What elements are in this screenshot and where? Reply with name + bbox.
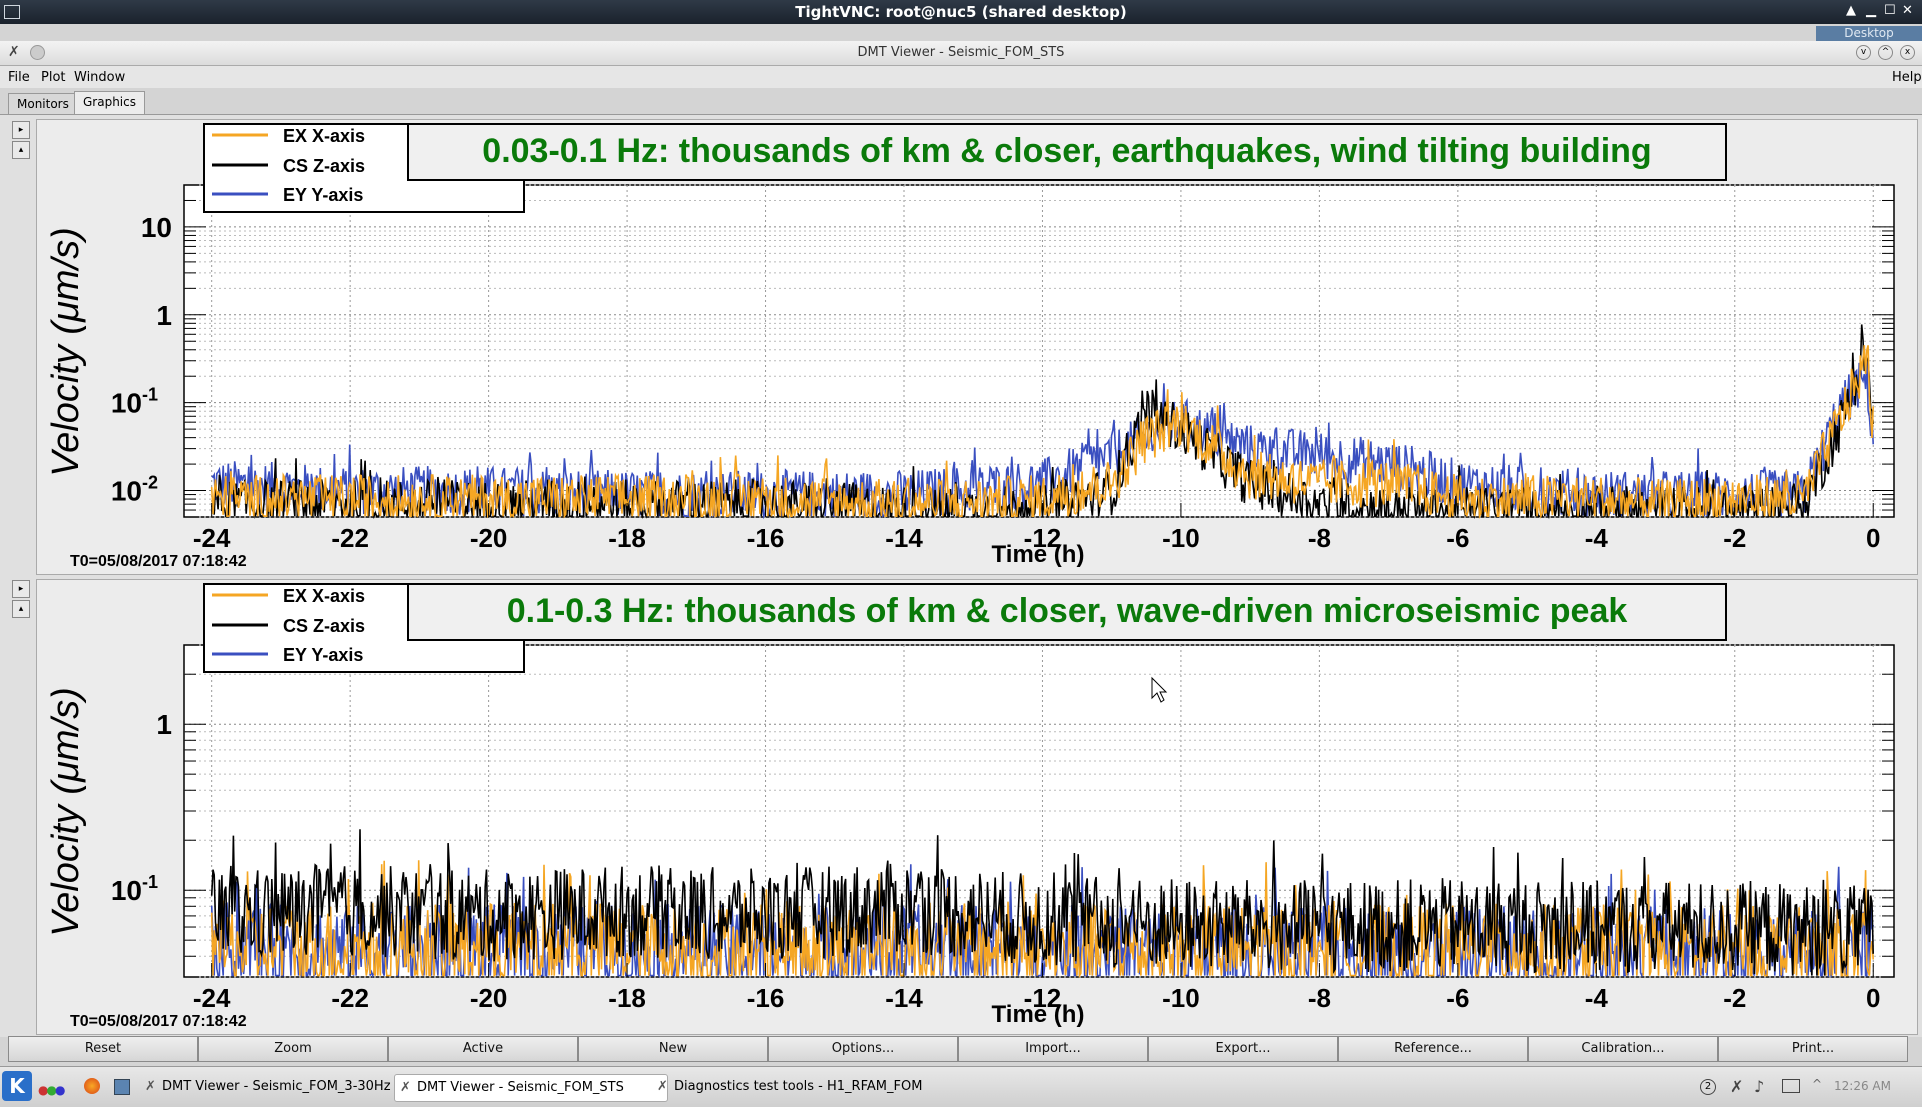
legend-ey: EY Y-axis [283, 645, 363, 665]
volume-icon[interactable]: ♪ [1754, 1077, 1764, 1096]
y-tick-label: 1 [156, 300, 172, 331]
print-button[interactable]: Print... [1718, 1036, 1908, 1062]
x-tick-label: -16 [747, 523, 785, 553]
x-tick-label: 0 [1866, 523, 1880, 553]
y-axis-label: Velocity (μm/s) [45, 687, 87, 937]
task-seismic-3-30hz[interactable]: ✗ DMT Viewer - Seismic_FOM_3-30Hz [140, 1074, 402, 1100]
x-tick-label: -10 [1162, 983, 1200, 1013]
x-tick-label: -22 [331, 523, 369, 553]
network-icon[interactable] [1782, 1079, 1800, 1093]
bottom-toolbar: Reset Zoom Active New Options... Import.… [8, 1036, 1914, 1062]
x-tick-label: -8 [1308, 983, 1331, 1013]
legend-cs: CS Z-axis [283, 156, 365, 176]
chart-panel-1: -24 -22 -20 -18 -16 -14 -12 -10 -8 -6 -4 -2 010110-1… [45, 123, 1895, 570]
legend-ex: EX X-axis [283, 126, 365, 146]
kde-menu-icon[interactable]: K [2, 1071, 32, 1101]
dmt-app-icon: ✗ [657, 1079, 668, 1094]
x-tick-label: -10 [1162, 523, 1200, 553]
file-manager-icon[interactable] [114, 1079, 130, 1095]
legend-ex: EX X-axis [283, 586, 365, 606]
x-tick-label: -20 [470, 983, 508, 1013]
x-tray-icon[interactable]: ✗ [1730, 1077, 1743, 1096]
clock[interactable]: 12:26 AM [1834, 1079, 1891, 1093]
chart-title: 0.1-0.3 Hz: thousands of km & closer, wa… [507, 592, 1628, 630]
export-button[interactable]: Export... [1148, 1036, 1338, 1062]
x-tick-label: -18 [608, 983, 646, 1013]
x-tick-label: -2 [1723, 523, 1746, 553]
plots-svg: -24 -22 -20 -18 -16 -14 -12 -10 -8 -6 -4 -2 010110-1… [45, 123, 1895, 1030]
tray-expand-icon[interactable]: ^ [1812, 1077, 1822, 1091]
x-tick-label: -4 [1585, 983, 1609, 1013]
y-axis-label: Velocity (μm/s) [45, 227, 87, 477]
y-tick-label: 10 [141, 212, 172, 243]
y-tick-label: 10-1 [111, 872, 158, 906]
x-tick-label: 0 [1866, 983, 1880, 1013]
x-tick-label: -8 [1308, 523, 1331, 553]
x-axis-label: Time (h) [992, 1001, 1085, 1028]
x-tick-label: -6 [1446, 523, 1469, 553]
t0-label: T0=05/08/2017 07:18:42 [70, 553, 247, 570]
x-tick-label: -16 [747, 983, 785, 1013]
reset-button[interactable]: Reset [8, 1036, 198, 1062]
import-button[interactable]: Import... [958, 1036, 1148, 1062]
x-tick-label: -6 [1446, 983, 1469, 1013]
info-tray-icon[interactable]: 2 [1700, 1079, 1716, 1095]
x-tick-label: -18 [608, 523, 646, 553]
dmt-app-icon: ✗ [145, 1079, 156, 1094]
taskbar: K ●●● ✗ DMT Viewer - Seismic_FOM_3-30Hz ✗… [0, 1066, 1922, 1107]
x-tick-label: -24 [193, 983, 231, 1013]
task-seismic-sts[interactable]: ✗ DMT Viewer - Seismic_FOM_STS [394, 1074, 668, 1102]
x-tick-label: -20 [470, 523, 508, 553]
active-button[interactable]: Active [388, 1036, 578, 1062]
calibration-button[interactable]: Calibration... [1528, 1036, 1718, 1062]
t0-label: T0=05/08/2017 07:18:42 [70, 1013, 247, 1030]
x-tick-label: -2 [1723, 983, 1746, 1013]
y-tick-label: 10-2 [111, 473, 158, 507]
reference-button[interactable]: Reference... [1338, 1036, 1528, 1062]
x-tick-label: -4 [1585, 523, 1609, 553]
plot-frame [183, 184, 1895, 518]
x-tick-label: -22 [331, 983, 369, 1013]
task-diagnostics-tools[interactable]: ✗ Diagnostics test tools - H1_RFAM_FOM [652, 1074, 974, 1100]
x-axis-label: Time (h) [992, 541, 1085, 568]
pager-icon[interactable]: ●●● [38, 1083, 66, 1097]
dmt-app-icon: ✗ [400, 1080, 411, 1095]
zoom-button[interactable]: Zoom [198, 1036, 388, 1062]
y-tick-label: 10-1 [111, 385, 158, 419]
legend-cs: CS Z-axis [283, 616, 365, 636]
chart-title: 0.03-0.1 Hz: thousands of km & closer, e… [482, 132, 1651, 170]
legend-ey: EY Y-axis [283, 185, 363, 205]
x-tick-label: -14 [885, 523, 923, 553]
chart-panel-2: -24 -22 -20 -18 -16 -14 -12 -10 -8 -6 -4 -2 0110-1 T… [45, 583, 1895, 1030]
x-tick-label: -14 [885, 983, 923, 1013]
new-button[interactable]: New [578, 1036, 768, 1062]
y-tick-label: 1 [156, 709, 172, 740]
options-button[interactable]: Options... [768, 1036, 958, 1062]
x-tick-label: -24 [193, 523, 231, 553]
firefox-icon[interactable] [84, 1078, 100, 1094]
